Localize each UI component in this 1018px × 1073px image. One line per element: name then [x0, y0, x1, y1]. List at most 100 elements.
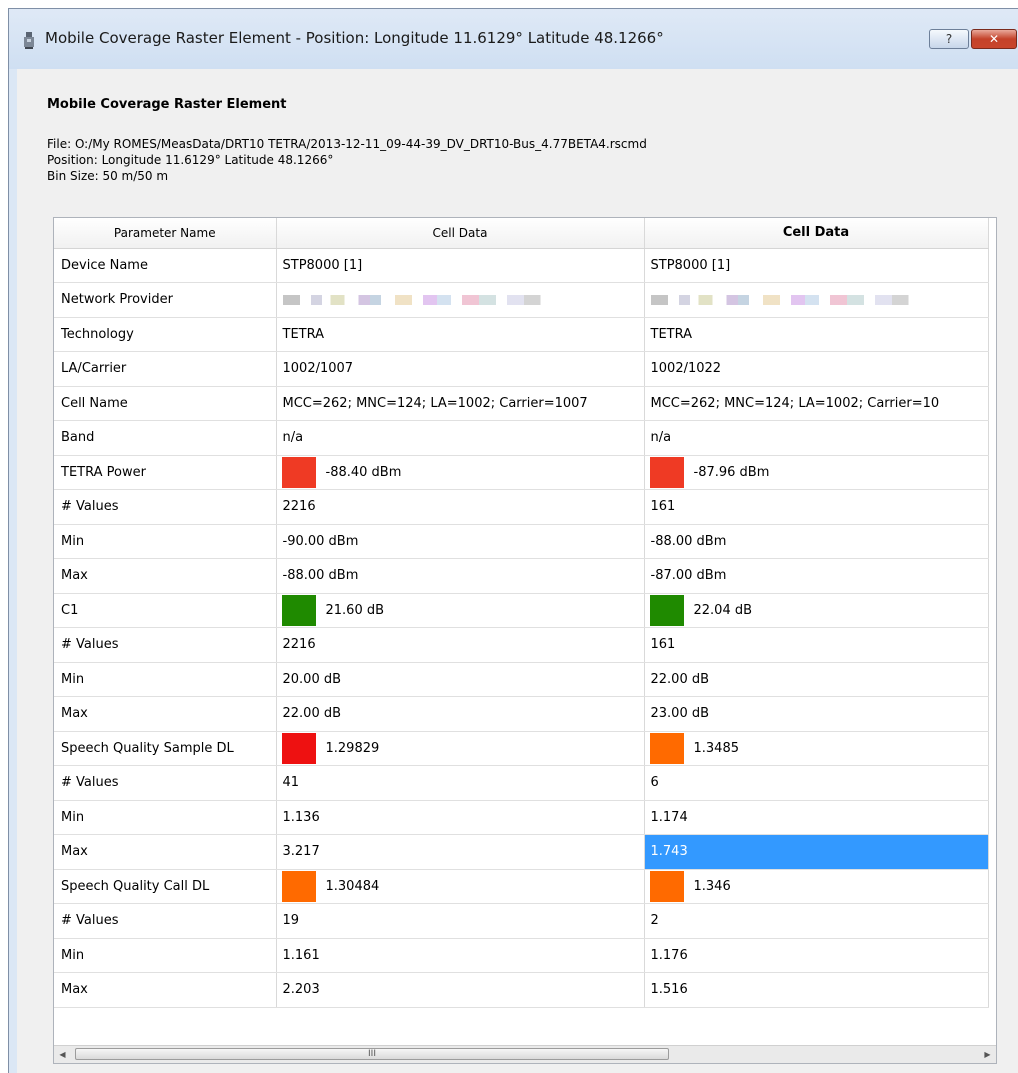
cell-data-2-value[interactable]: 1.743 [644, 834, 989, 870]
cell-data-2-value[interactable]: -87.96 dBm [644, 455, 989, 490]
parameter-name-cell[interactable]: # Values [54, 765, 277, 801]
cell-data-1-value[interactable]: 1.29829 [276, 731, 645, 766]
cell-data-1-value[interactable] [276, 282, 645, 318]
parameter-name-cell[interactable]: Min [54, 938, 277, 973]
table-row[interactable]: Min 20.00 dB 22.00 dB [54, 662, 989, 697]
cell-data-2-value[interactable]: 1.3485 [644, 731, 989, 766]
cell-data-2-value[interactable]: 22.00 dB [644, 662, 989, 697]
table-row[interactable]: # Values 19 2 [54, 903, 989, 939]
cell-data-2-value[interactable]: -88.00 dBm [644, 524, 989, 559]
table-row[interactable]: Network Provider [54, 282, 989, 318]
cell-data-1-value[interactable]: 2216 [276, 489, 645, 525]
table-row[interactable]: # Values 41 6 [54, 765, 989, 801]
table-row[interactable]: # Values 2216 161 [54, 627, 989, 663]
parameter-name-cell[interactable]: Max [54, 972, 277, 1008]
cell-data-2-value[interactable]: 6 [644, 765, 989, 801]
title-bar[interactable]: Mobile Coverage Raster Element - Positio… [9, 9, 1018, 69]
parameter-name-cell[interactable]: Technology [54, 317, 277, 352]
parameter-name-cell[interactable]: Speech Quality Sample DL [54, 731, 277, 766]
cell-data-1-value[interactable]: 22.00 dB [276, 696, 645, 732]
cell-data-2-value[interactable]: 161 [644, 627, 989, 663]
cell-data-2-value[interactable]: 1.176 [644, 938, 989, 973]
parameter-name-cell[interactable]: Min [54, 800, 277, 835]
scrollbar-thumb[interactable]: III [75, 1048, 669, 1060]
table-row[interactable]: Min 1.136 1.174 [54, 800, 989, 835]
cell-data-2-value[interactable]: 22.04 dB [644, 593, 989, 628]
scroll-left-icon[interactable]: ◀ [54, 1046, 71, 1063]
table-row[interactable]: Max -88.00 dBm -87.00 dBm [54, 558, 989, 594]
parameter-name-cell[interactable]: Max [54, 834, 277, 870]
parameter-name-cell[interactable]: Speech Quality Call DL [54, 869, 277, 904]
cell-data-1-value[interactable]: -90.00 dBm [276, 524, 645, 559]
cell-data-1-value[interactable]: 2.203 [276, 972, 645, 1008]
table-row[interactable]: LA/Carrier 1002/1007 1002/1022 [54, 351, 989, 387]
cell-data-1-value[interactable]: 21.60 dB [276, 593, 645, 628]
cell-data-2-value[interactable]: 1.346 [644, 869, 989, 904]
close-button[interactable]: ✕ [971, 29, 1017, 49]
table-row[interactable]: C1 21.60 dB 22.04 dB [54, 593, 989, 628]
column-header-cell-data-1[interactable]: Cell Data [276, 218, 645, 249]
cell-data-1-value[interactable]: 19 [276, 903, 645, 939]
parameter-name-cell[interactable]: TETRA Power [54, 455, 277, 490]
cell-data-1-value[interactable]: 41 [276, 765, 645, 801]
cell-data-2-value[interactable]: 1002/1022 [644, 351, 989, 387]
cell-data-2-value[interactable]: 23.00 dB [644, 696, 989, 732]
parameter-name-cell[interactable]: Min [54, 662, 277, 697]
help-button[interactable]: ? [929, 29, 969, 49]
cell-data-2-value[interactable]: MCC=262; MNC=124; LA=1002; Carrier=10 [644, 386, 989, 421]
cell-data-1-value[interactable]: 1.161 [276, 938, 645, 973]
cell-data-1-value[interactable]: n/a [276, 420, 645, 456]
cell-data-2-value[interactable]: 1.516 [644, 972, 989, 1008]
column-header-cell-data-2[interactable]: Cell Data [644, 218, 989, 249]
table-row[interactable]: Speech Quality Sample DL 1.29829 1.3485 [54, 731, 989, 766]
parameter-name-cell[interactable]: LA/Carrier [54, 351, 277, 387]
cell-data-1-value[interactable]: MCC=262; MNC=124; LA=1002; Carrier=1007 [276, 386, 645, 421]
color-swatch [281, 594, 316, 626]
cell-data-1-value[interactable]: TETRA [276, 317, 645, 352]
table-row[interactable]: TETRA Power -88.40 dBm -87.96 dBm [54, 455, 989, 490]
parameter-name-cell[interactable]: # Values [54, 489, 277, 525]
table-row[interactable]: Cell Name MCC=262; MNC=124; LA=1002; Carr… [54, 386, 989, 421]
table-row[interactable]: # Values 2216 161 [54, 489, 989, 525]
parameter-name-cell[interactable]: Min [54, 524, 277, 559]
table-row[interactable]: Max 3.217 1.743 [54, 834, 989, 870]
horizontal-scrollbar[interactable]: ◀ III ▶ [54, 1045, 996, 1063]
table-row[interactable]: Max 2.203 1.516 [54, 972, 989, 1008]
parameter-name-cell[interactable]: Device Name [54, 248, 277, 283]
scroll-right-icon[interactable]: ▶ [979, 1046, 996, 1063]
cell-data-2-value[interactable]: n/a [644, 420, 989, 456]
cell-data-2-value[interactable]: 2 [644, 903, 989, 939]
parameter-name-cell[interactable]: Band [54, 420, 277, 456]
parameter-name-cell[interactable]: Network Provider [54, 282, 277, 318]
parameter-name-cell[interactable]: Cell Name [54, 386, 277, 421]
table-row[interactable]: Band n/a n/a [54, 420, 989, 456]
cell-data-1-value[interactable]: -88.00 dBm [276, 558, 645, 594]
cell-data-1-value[interactable]: 1.136 [276, 800, 645, 835]
parameter-name-cell[interactable]: # Values [54, 903, 277, 939]
table-row[interactable]: Speech Quality Call DL 1.30484 1.346 [54, 869, 989, 904]
cell-data-1-value[interactable]: 20.00 dB [276, 662, 645, 697]
table-row[interactable]: Min -90.00 dBm -88.00 dBm [54, 524, 989, 559]
cell-data-2-value[interactable]: 161 [644, 489, 989, 525]
table-row[interactable]: Device Name STP8000 [1] STP8000 [1] [54, 248, 989, 283]
cell-data-1-value[interactable]: 1002/1007 [276, 351, 645, 387]
table-row[interactable]: Max 22.00 dB 23.00 dB [54, 696, 989, 732]
cell-data-1-value[interactable]: 1.30484 [276, 869, 645, 904]
table-row[interactable]: Min 1.161 1.176 [54, 938, 989, 973]
cell-data-2-value[interactable]: -87.00 dBm [644, 558, 989, 594]
column-header-parameter-name[interactable]: Parameter Name [54, 218, 277, 249]
cell-data-1-value[interactable]: STP8000 [1] [276, 248, 645, 283]
cell-data-2-value[interactable]: TETRA [644, 317, 989, 352]
cell-data-2-value[interactable]: 1.174 [644, 800, 989, 835]
cell-data-table[interactable]: Parameter Name Cell Data Cell Data Devic… [53, 217, 997, 1064]
cell-data-2-value[interactable]: STP8000 [1] [644, 248, 989, 283]
parameter-name-cell[interactable]: Max [54, 696, 277, 732]
table-row[interactable]: Technology TETRA TETRA [54, 317, 989, 352]
cell-data-2-value[interactable] [644, 282, 989, 318]
parameter-name-cell[interactable]: # Values [54, 627, 277, 663]
parameter-name-cell[interactable]: Max [54, 558, 277, 594]
cell-data-1-value[interactable]: 3.217 [276, 834, 645, 870]
parameter-name-cell[interactable]: C1 [54, 593, 277, 628]
cell-data-1-value[interactable]: -88.40 dBm [276, 455, 645, 490]
cell-data-1-value[interactable]: 2216 [276, 627, 645, 663]
